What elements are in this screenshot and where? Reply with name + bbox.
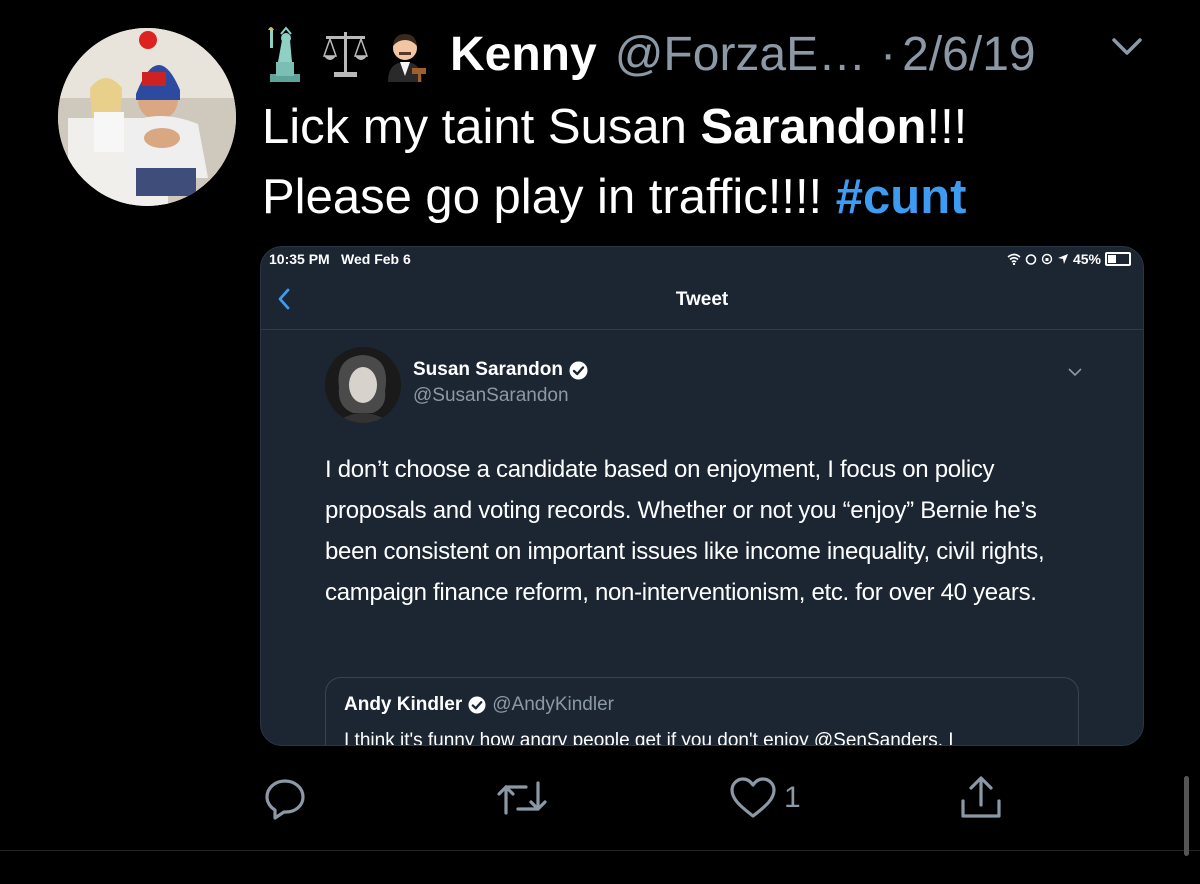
retweet-button[interactable] (496, 772, 548, 824)
author-handle[interactable]: @ForzaE… (615, 27, 866, 82)
embedded-screenshot[interactable]: 10:35 PM Wed Feb 6 45% Tweet Susan Saran… (260, 246, 1144, 746)
wifi-icon (1007, 253, 1021, 265)
inner-tweet-body: I don’t choose a candidate based on enjo… (325, 456, 1045, 606)
nav-title: Tweet (675, 289, 729, 310)
battery-icon (1105, 252, 1131, 266)
inner-author-name[interactable]: Susan Sarandon (413, 359, 588, 381)
inner-author-handle[interactable]: @SusanSarandon (413, 385, 569, 407)
status-bar: 10:35 PM Wed Feb 6 45% (261, 247, 1143, 271)
share-button[interactable] (958, 772, 1004, 824)
inner-chevron-down-icon[interactable] (1067, 367, 1083, 377)
inner-author-name-text: Susan Sarandon (413, 359, 563, 380)
tweet-text-part2: !!! (926, 100, 968, 154)
judge-icon (382, 26, 428, 82)
status-time: 10:35 PM (269, 251, 330, 267)
tweet-date[interactable]: 2/6/19 (902, 27, 1035, 82)
tweet-text-bold: Sarandon (700, 100, 927, 154)
statue-of-liberty-icon (262, 26, 308, 82)
nav-bar: Tweet (261, 271, 1143, 330)
inner-avatar[interactable] (325, 347, 401, 423)
quote-verified-badge-icon (468, 696, 486, 714)
reply-icon (265, 779, 305, 820)
quote-text: I think it's funny how angry people get … (344, 730, 954, 746)
lock-rotation-icon (1041, 253, 1053, 265)
battery-percent: 45% (1072, 251, 1101, 267)
chevron-down-icon[interactable] (1110, 36, 1144, 58)
separator-dot: · (880, 27, 897, 81)
share-icon (961, 776, 1001, 818)
tweet-header: Kenny @ForzaE… · 2/6/19 (262, 22, 1036, 86)
status-right: 45% (1007, 251, 1131, 267)
hashtag-link[interactable]: #cunt (836, 170, 967, 224)
retweet-icon (497, 781, 547, 815)
tweet-text-part1: Lick my taint Susan (262, 100, 701, 154)
status-day: Wed Feb 6 (341, 251, 411, 267)
heart-icon (730, 777, 776, 818)
tweet-text-line2: Please go play in traffic!!!! (262, 170, 836, 224)
balance-scale-icon (322, 26, 369, 82)
scrollbar[interactable] (1184, 776, 1189, 856)
alarm-icon (1025, 254, 1037, 265)
like-count: 1 (784, 781, 801, 814)
location-icon (1057, 254, 1068, 264)
divider (0, 850, 1200, 851)
quote-header: Andy Kindler @AndyKindler (344, 694, 614, 716)
author-name[interactable]: Kenny (450, 27, 597, 82)
reply-button[interactable] (262, 772, 308, 824)
quoted-tweet[interactable]: Andy Kindler @AndyKindler I think it's f… (325, 677, 1079, 746)
like-button[interactable]: 1 (728, 772, 801, 824)
avatar[interactable] (58, 28, 236, 206)
quote-author-name: Andy Kindler (344, 694, 463, 715)
tweet-text: Lick my taint Susan Sarandon!!! Please g… (262, 92, 967, 232)
quote-author-handle: @AndyKindler (492, 694, 614, 715)
verified-badge-icon (569, 361, 588, 379)
